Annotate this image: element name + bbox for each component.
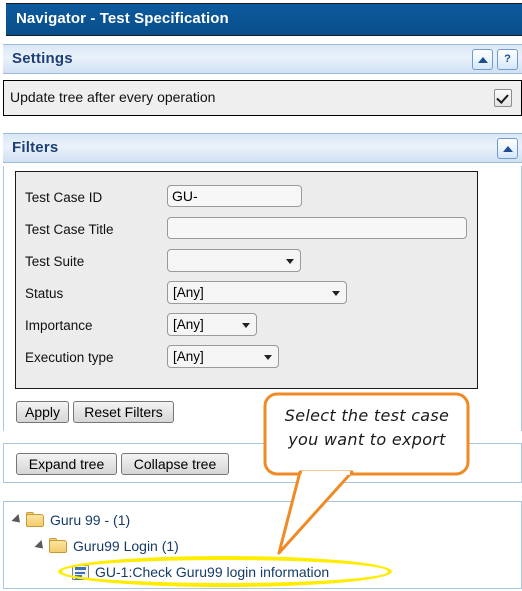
execution-type-select[interactable]: [Any] <box>167 345 279 368</box>
folder-icon <box>26 512 44 527</box>
expand-tree-button[interactable]: Expand tree <box>16 453 117 475</box>
filter-label-execution-type: Execution type <box>25 350 114 365</box>
callout-text: Select the test case you want to export <box>272 404 462 452</box>
page-title: Navigator - Test Specification <box>16 10 229 27</box>
status-selected-value: [Any] <box>173 285 204 300</box>
execution-type-selected-value: [Any] <box>173 349 204 364</box>
update-tree-checkbox[interactable] <box>494 89 512 107</box>
triangle-up-icon <box>502 145 513 152</box>
chevron-down-icon <box>242 323 250 328</box>
callout-line-2: you want to export <box>288 430 446 449</box>
settings-body: Update tree after every operation <box>3 80 522 116</box>
tree-node-root[interactable]: Guru 99 - (1) <box>11 508 131 532</box>
status-select[interactable]: [Any] <box>167 281 347 304</box>
filter-label-test-case-title: Test Case Title <box>25 222 114 237</box>
filters-body: Test Case ID Test Case Title Test Suite … <box>3 166 522 394</box>
settings-help-button[interactable]: ? <box>497 49 518 70</box>
chevron-down-icon <box>286 259 294 264</box>
test-suite-select[interactable] <box>167 249 301 272</box>
collapse-tree-button[interactable]: Collapse tree <box>121 453 229 475</box>
tree-node-suite[interactable]: Guru99 Login (1) <box>34 534 179 558</box>
callout-line-1: Select the test case <box>284 406 450 425</box>
question-mark-icon: ? <box>504 53 511 65</box>
filter-row-execution-type: Execution type [Any] <box>25 345 475 373</box>
reset-filters-button[interactable]: Reset Filters <box>73 401 174 423</box>
filters-fieldset: Test Case ID Test Case Title Test Suite … <box>15 171 478 389</box>
filters-collapse-button[interactable] <box>497 138 518 159</box>
filters-header-label: Filters <box>12 139 59 156</box>
test-case-title-input[interactable] <box>167 217 467 239</box>
expand-collapse-twisty-icon[interactable] <box>11 513 24 527</box>
filter-label-test-suite: Test Suite <box>25 254 85 269</box>
panel-gap <box>3 116 522 130</box>
test-case-icon <box>72 564 89 580</box>
filter-row-status: Status [Any] <box>25 281 475 309</box>
navigator-panel: Navigator - Test Specification Settings … <box>0 0 522 591</box>
window-title-bar: Navigator - Test Specification <box>6 3 522 36</box>
filter-label-test-case-id: Test Case ID <box>25 190 103 205</box>
filter-label-status: Status <box>25 286 64 301</box>
chevron-down-icon <box>264 355 272 360</box>
apply-button[interactable]: Apply <box>16 401 69 423</box>
tree-node-test-case[interactable]: GU-1:Check Guru99 login information <box>72 560 329 584</box>
filters-section-header[interactable]: Filters <box>3 133 522 163</box>
expand-collapse-twisty-icon[interactable] <box>34 539 47 553</box>
settings-section-header[interactable]: Settings ? <box>3 44 522 74</box>
settings-header-buttons: ? <box>472 49 518 70</box>
filter-row-test-case-id: Test Case ID <box>25 185 475 213</box>
chevron-down-icon <box>332 291 340 296</box>
filter-label-importance: Importance <box>25 318 93 333</box>
importance-select[interactable]: [Any] <box>167 313 257 336</box>
filter-row-test-case-title: Test Case Title <box>25 217 475 245</box>
filters-header-buttons <box>497 138 518 159</box>
filter-row-test-suite: Test Suite <box>25 249 475 277</box>
triangle-up-icon <box>477 56 488 63</box>
filter-row-importance: Importance [Any] <box>25 313 475 341</box>
test-specification-tree: Guru 99 - (1) Guru99 Login (1) GU-1:Chec… <box>3 501 522 589</box>
folder-icon <box>49 538 67 553</box>
update-tree-option-label: Update tree after every operation <box>10 89 216 105</box>
tree-node-label: GU-1:Check Guru99 login information <box>95 564 330 580</box>
tree-node-label: Guru99 Login (1) <box>73 538 179 554</box>
tree-node-label: Guru 99 - (1) <box>50 512 131 528</box>
test-case-id-input[interactable] <box>167 185 302 207</box>
settings-collapse-button[interactable] <box>472 49 493 70</box>
settings-header-label: Settings <box>12 50 73 67</box>
importance-selected-value: [Any] <box>173 317 204 332</box>
